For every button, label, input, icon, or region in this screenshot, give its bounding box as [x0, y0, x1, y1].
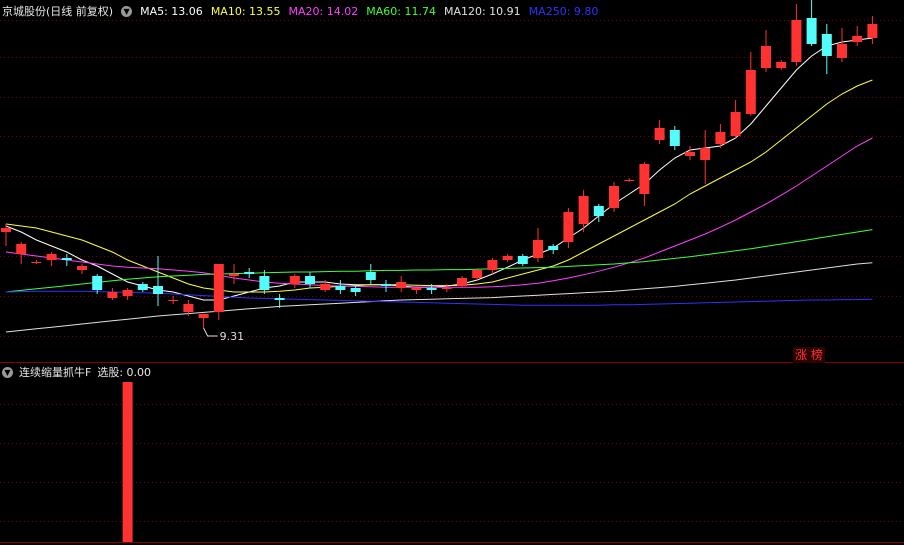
- candle-body: [761, 46, 771, 68]
- candle-body: [867, 24, 878, 38]
- candle-body: [350, 288, 361, 292]
- candle-body: [213, 264, 224, 312]
- candle-body: [107, 292, 118, 298]
- candle-body: [77, 266, 87, 270]
- ma-legend-item: MA250: 9.80: [528, 4, 599, 18]
- indicator-value: 选股: 0.00: [97, 366, 152, 379]
- candle-body: [183, 304, 194, 312]
- candle-body: [381, 284, 391, 286]
- candle-body: [365, 272, 376, 280]
- candle-body: [685, 152, 695, 156]
- candle-body: [472, 270, 483, 278]
- candle-body: [229, 274, 239, 276]
- ma-legend-item: MA5: 13.06: [140, 4, 203, 18]
- candle-body: [441, 288, 452, 289]
- candle-body: [153, 286, 163, 294]
- ma-line-ma10: [5, 79, 873, 293]
- ma-line-ma5: [5, 37, 873, 301]
- price-labels: 16.809.31: [203, 327, 245, 343]
- candle-body: [198, 314, 209, 318]
- stock-title[interactable]: 京城股份(日线 前复权): [2, 3, 113, 19]
- ma-line-ma250: [5, 290, 873, 306]
- candle-body: [609, 186, 619, 208]
- ma-legend-item: MA120: 10.91: [443, 4, 521, 18]
- ma-legend: MA5: 13.06 MA10: 13.55 MA20: 14.02 MA60: 11…: [140, 5, 606, 18]
- candle-body: [289, 276, 300, 284]
- candle-body: [745, 70, 756, 114]
- candle-body: [593, 206, 604, 216]
- candle-body: [457, 278, 467, 286]
- candle-body: [335, 286, 346, 290]
- candle-body: [669, 130, 680, 146]
- candle-body: [837, 44, 847, 58]
- candle-body: [730, 112, 741, 136]
- candle-body: [487, 260, 498, 270]
- candle-body: [639, 164, 650, 194]
- candle-body: [563, 212, 574, 242]
- candle-body: [654, 128, 665, 140]
- candle-body: [46, 254, 57, 260]
- candle-body: [791, 20, 802, 62]
- candle-body: [715, 132, 726, 144]
- candle-body: [396, 282, 407, 288]
- ma-line-ma60: [5, 229, 873, 293]
- min-pointer: [203, 327, 218, 337]
- ma-legend-item: MA10: 13.55: [210, 4, 281, 18]
- candle-body: [624, 180, 635, 181]
- indicator-menu-icon[interactable]: ▼: [2, 366, 13, 378]
- indicator-panel: [122, 382, 133, 542]
- ma-legend-item: MA20: 14.02: [288, 4, 359, 18]
- candle-body: [31, 262, 42, 263]
- settings-icon[interactable]: ▼: [121, 5, 133, 17]
- candle-body: [806, 18, 817, 44]
- candle-body: [502, 256, 513, 260]
- candle-body: [137, 284, 148, 290]
- candle-body: [578, 196, 589, 224]
- candle-body: [533, 240, 543, 258]
- ma-line-ma120: [5, 262, 873, 333]
- rank-badge[interactable]: 涨 榜: [793, 347, 825, 363]
- candle-body: [548, 246, 559, 250]
- candle-body: [305, 276, 315, 284]
- candle-body: [517, 256, 528, 264]
- candle-body: [259, 276, 270, 290]
- kline-chart: 16.809.31: [0, 0, 904, 543]
- indicator-header: ▼ 连续缩量抓牛F 选股: 0.00: [2, 364, 157, 380]
- candle-body: [244, 272, 255, 274]
- candle-body: [16, 244, 27, 254]
- candle-body: [700, 148, 711, 160]
- indicator-name[interactable]: 连续缩量抓牛F: [19, 364, 91, 380]
- grid-lines: [0, 20, 904, 543]
- candle-body: [274, 298, 285, 300]
- candle-body: [852, 36, 863, 42]
- candle-body: [92, 276, 103, 290]
- candle-body: [1, 228, 11, 232]
- candle-body: [821, 34, 832, 56]
- signal-bar: [122, 382, 133, 542]
- ma-line-ma20: [5, 137, 873, 288]
- candle-body: [411, 288, 422, 290]
- candle-body: [122, 290, 133, 296]
- candle-body: [320, 284, 331, 290]
- candle-body: [776, 62, 787, 68]
- chart-header: 京城股份(日线 前复权) ▼ MA5: 13.06 MA10: 13.55 MA20…: [2, 2, 606, 20]
- candle-body: [426, 288, 437, 290]
- candle-body: [61, 258, 72, 260]
- min-price-label: 9.31: [220, 330, 245, 343]
- candle-body: [168, 300, 179, 301]
- moving-average-lines: [5, 37, 873, 333]
- ma-legend-item: MA60: 11.74: [366, 4, 436, 18]
